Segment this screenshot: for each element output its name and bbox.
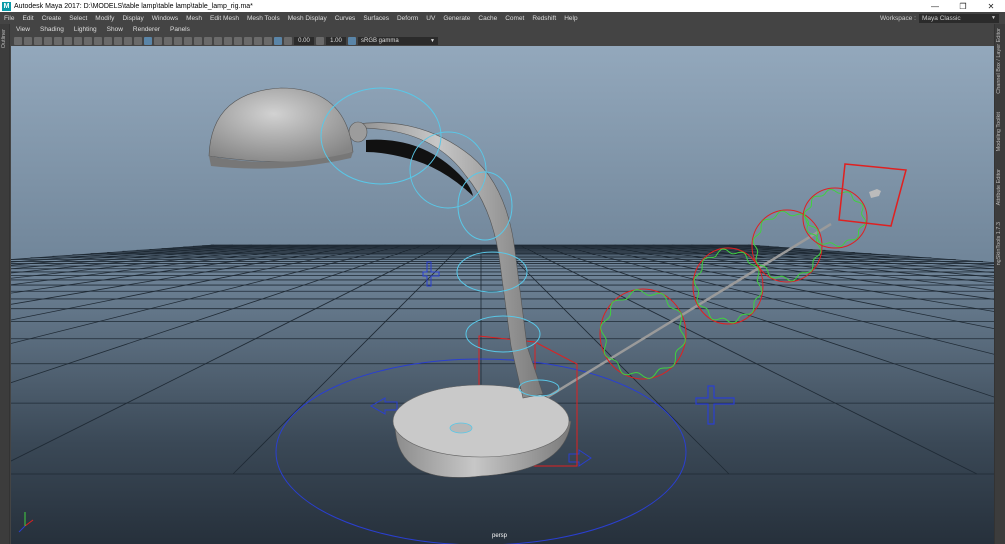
camera-name-label: persp <box>492 533 508 539</box>
chevron-down-icon: ▼ <box>991 14 996 21</box>
depth-of-field-icon[interactable] <box>234 36 242 45</box>
default-material-icon[interactable] <box>164 36 172 45</box>
menu-display[interactable]: Display <box>118 15 147 22</box>
title-bar: M Autodesk Maya 2017: D:\MODELS\table la… <box>0 0 1005 12</box>
menu-comet[interactable]: Comet <box>501 15 528 22</box>
window-title: Autodesk Maya 2017: D:\MODELS\table lamp… <box>14 2 253 10</box>
gamma-icon[interactable] <box>316 36 324 45</box>
menu-uv[interactable]: UV <box>422 15 439 22</box>
xray-joints-icon[interactable] <box>264 36 272 45</box>
exposure-field[interactable]: 0.00 <box>294 36 314 45</box>
motion-blur-icon[interactable] <box>214 36 222 45</box>
anti-aliasing-icon[interactable] <box>224 36 232 45</box>
main-menu-bar: File Edit Create Select Modify Display W… <box>0 12 1005 24</box>
menu-deform[interactable]: Deform <box>393 15 422 22</box>
right-dock-strip: Channel Box / Layer Editor Modeling Tool… <box>994 24 1005 544</box>
isolate-select-icon[interactable] <box>244 36 252 45</box>
outliner-strip[interactable]: Outliner <box>0 24 10 544</box>
panel-menu-lighting[interactable]: Lighting <box>69 26 102 33</box>
safe-title-icon[interactable] <box>134 36 142 45</box>
workspace-label: Workspace : <box>879 14 916 22</box>
menu-generate[interactable]: Generate <box>439 15 474 22</box>
safe-action-icon[interactable] <box>124 36 132 45</box>
tab-channel-box[interactable]: Channel Box / Layer Editor <box>996 28 1002 94</box>
menu-file[interactable]: File <box>0 15 18 22</box>
panel-menu-panels[interactable]: Panels <box>165 26 195 33</box>
chevron-down-icon: ▼ <box>430 37 435 44</box>
film-gate-icon[interactable] <box>84 36 92 45</box>
restore-button[interactable]: ❐ <box>949 2 977 11</box>
grid-toggle-icon[interactable] <box>74 36 82 45</box>
image-plane-icon[interactable] <box>44 36 52 45</box>
color-space-value: sRGB gamma <box>361 37 399 44</box>
menu-curves[interactable]: Curves <box>331 15 360 22</box>
workspace-dropdown[interactable]: Maya Classic ▼ <box>919 13 999 23</box>
panel-menu-shading[interactable]: Shading <box>35 26 69 33</box>
viewport-scene <box>11 87 994 544</box>
tab-ngskintools[interactable]: ngSkinTools 1.7.3 <box>996 222 1002 265</box>
workspace-value: Maya Classic <box>922 14 961 22</box>
panel-menu-bar: View Shading Lighting Show Renderer Pane… <box>11 24 994 35</box>
camera-attributes-icon[interactable] <box>24 36 32 45</box>
panel-menu-view[interactable]: View <box>11 26 35 33</box>
root-arrow-right <box>568 449 592 467</box>
smooth-shade-icon[interactable] <box>154 36 162 45</box>
root-arrow-left <box>369 397 398 415</box>
menu-mesh-tools[interactable]: Mesh Tools <box>243 15 284 22</box>
minimize-button[interactable]: — <box>921 2 949 11</box>
menu-edit-mesh[interactable]: Edit Mesh <box>206 15 243 22</box>
tab-modeling-toolkit[interactable]: Modeling Toolkit <box>996 112 1002 151</box>
color-space-dropdown[interactable]: sRGB gamma ▼ <box>358 36 438 45</box>
locator-cross-right[interactable] <box>695 385 735 425</box>
axis-gizmo-icon <box>18 512 34 533</box>
menu-select[interactable]: Select <box>65 15 91 22</box>
shadows-icon[interactable] <box>194 36 202 45</box>
2d-pan-zoom-icon[interactable] <box>64 36 72 45</box>
field-chart-icon[interactable] <box>114 36 122 45</box>
menu-surfaces[interactable]: Surfaces <box>359 15 393 22</box>
panel-menu-show[interactable]: Show <box>102 26 128 33</box>
lamp-base-mesh[interactable] <box>392 384 572 478</box>
menu-windows[interactable]: Windows <box>148 15 182 22</box>
lamp-shade-mesh[interactable] <box>208 87 354 169</box>
textured-icon[interactable] <box>174 36 182 45</box>
menu-mesh-display[interactable]: Mesh Display <box>284 15 331 22</box>
bookmark-icon[interactable] <box>34 36 42 45</box>
plug-icon <box>869 189 881 198</box>
exposure-icon[interactable] <box>284 36 292 45</box>
menu-redshift[interactable]: Redshift <box>528 15 560 22</box>
color-management-icon[interactable] <box>348 36 356 45</box>
panel-menu-renderer[interactable]: Renderer <box>128 26 165 33</box>
gamma-field[interactable]: 1.00 <box>326 36 346 45</box>
use-all-lights-icon[interactable] <box>184 36 192 45</box>
screen-space-ao-icon[interactable] <box>204 36 212 45</box>
menu-modify[interactable]: Modify <box>91 15 118 22</box>
menu-cache[interactable]: Cache <box>474 15 501 22</box>
select-camera-icon[interactable] <box>14 36 22 45</box>
tab-attribute-editor[interactable]: Attribute Editor <box>996 169 1002 205</box>
maya-logo-icon: M <box>2 1 11 11</box>
viewport-persp[interactable]: persp <box>11 46 994 544</box>
menu-mesh[interactable]: Mesh <box>182 15 206 22</box>
menu-help[interactable]: Help <box>560 15 581 22</box>
wireframe-icon[interactable] <box>144 36 152 45</box>
close-button[interactable]: ✕ <box>977 2 1005 11</box>
panel-toolbar: 0.00 1.00 sRGB gamma ▼ <box>11 35 994 46</box>
grease-pencil-icon[interactable] <box>54 36 62 45</box>
resolution-gate-icon[interactable] <box>94 36 102 45</box>
xray-components-icon[interactable] <box>274 36 282 45</box>
gate-mask-icon[interactable] <box>104 36 112 45</box>
menu-edit[interactable]: Edit <box>18 15 37 22</box>
menu-create[interactable]: Create <box>38 15 66 22</box>
xray-icon[interactable] <box>254 36 262 45</box>
outliner-tab-label[interactable]: Outliner <box>1 29 7 48</box>
